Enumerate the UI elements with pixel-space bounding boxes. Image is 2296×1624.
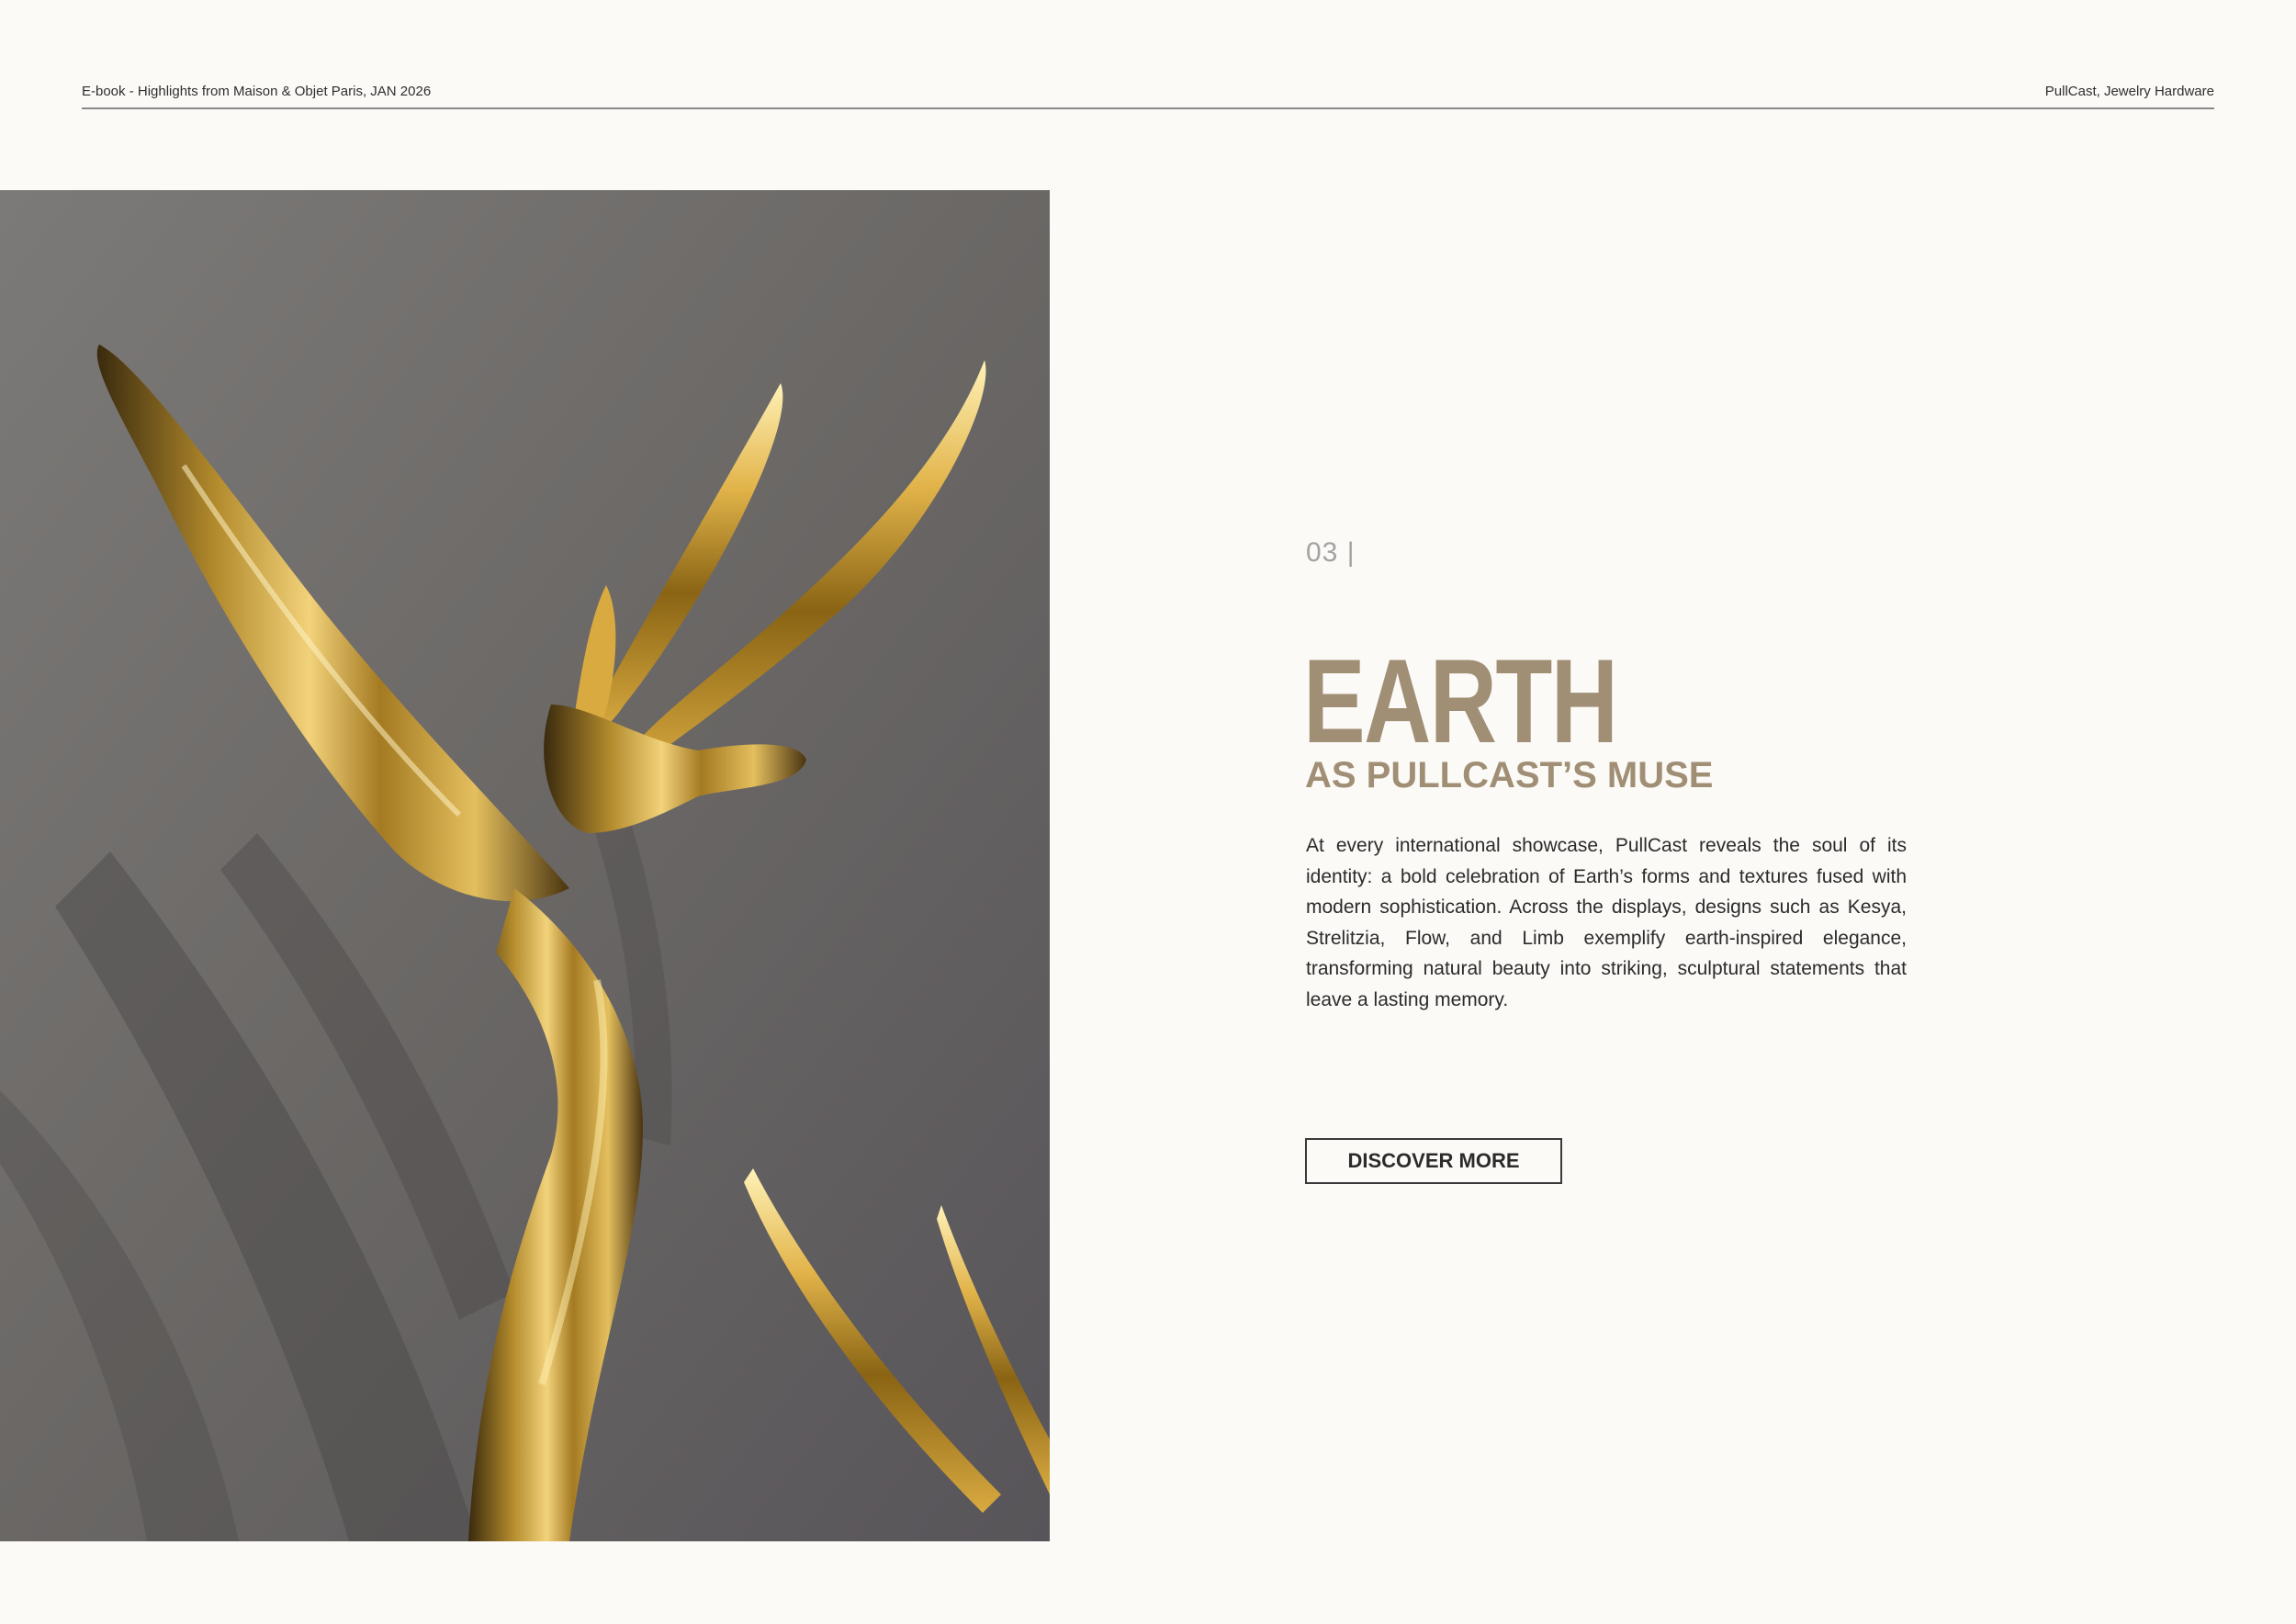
section-number: 03 | [1306, 537, 1356, 568]
discover-more-button[interactable]: DISCOVER MORE [1305, 1138, 1562, 1184]
sculpture-photo [0, 190, 1050, 1541]
header-divider [82, 107, 2214, 109]
section-body: At every international showcase, PullCas… [1306, 835, 1907, 1010]
header-ebook-title: E-book - Highlights from Maison & Objet … [82, 84, 432, 99]
header-brand: PullCast, Jewelry Hardware [2044, 84, 2214, 99]
section-title: EARTH [1303, 634, 1618, 768]
section-subtitle: AS PULLCAST’S MUSE [1305, 755, 1714, 795]
